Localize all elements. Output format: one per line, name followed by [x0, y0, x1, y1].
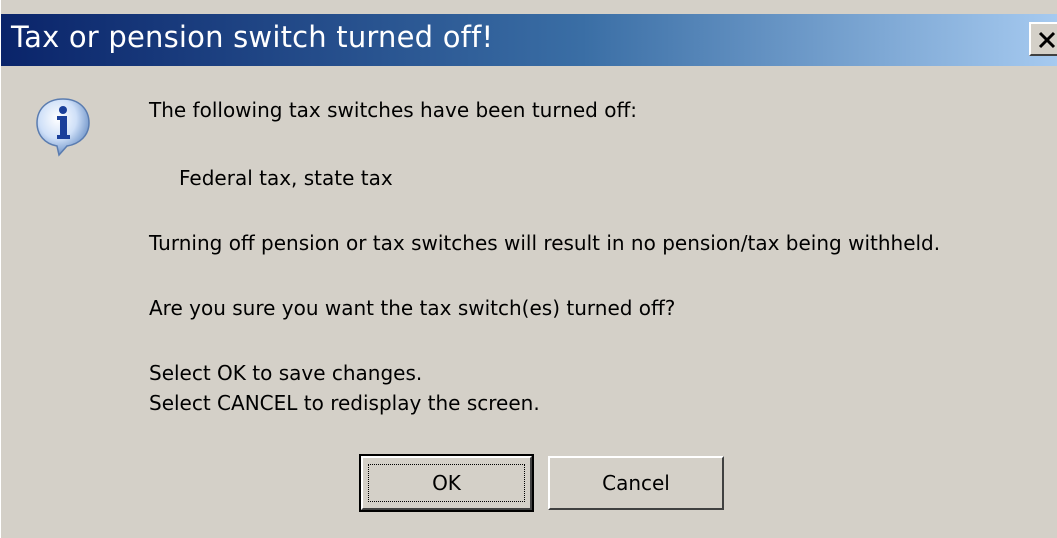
switch-list-text: Federal tax, state tax: [179, 166, 393, 190]
cancel-instruction: Select CANCEL to redisplay the screen.: [149, 391, 540, 415]
ok-instruction: Select OK to save changes.: [149, 361, 423, 385]
confirmation-question: Are you sure you want the tax switch(es)…: [149, 296, 676, 320]
title-bar[interactable]: Tax or pension switch turned off!: [1, 14, 1057, 66]
close-button[interactable]: [1029, 22, 1057, 56]
cancel-button[interactable]: Cancel: [548, 456, 724, 510]
close-icon: [1038, 31, 1056, 49]
cancel-button-label: Cancel: [602, 471, 670, 495]
warning-text: Turning off pension or tax switches will…: [149, 231, 941, 255]
ok-button[interactable]: OK: [359, 454, 534, 512]
ok-button-label: OK: [432, 471, 461, 495]
dialog-window: Tax or pension switch turned off! The fo…: [0, 0, 1057, 538]
dialog-title: Tax or pension switch turned off!: [11, 20, 494, 54]
message-line-switches-off: The following tax switches have been tur…: [149, 98, 637, 122]
info-icon: [33, 95, 93, 159]
